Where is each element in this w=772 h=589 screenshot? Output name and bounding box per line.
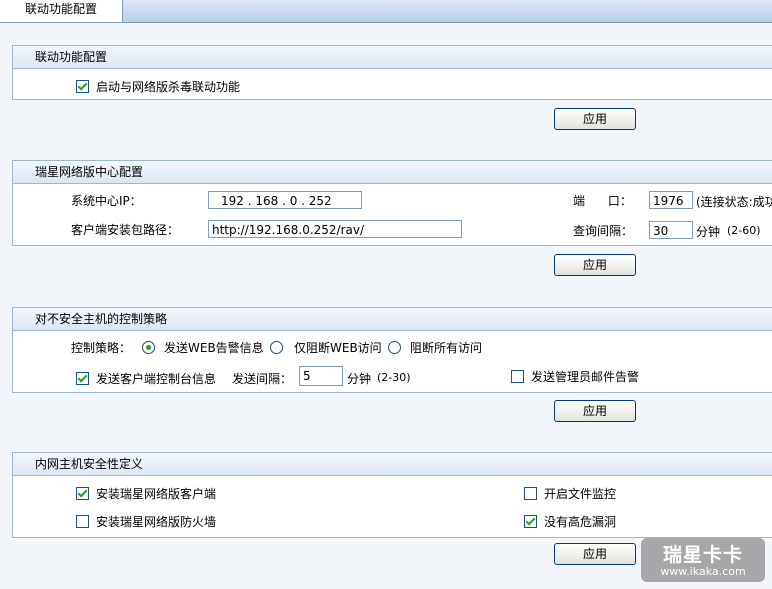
policy-option-block-all-radio[interactable] [388,341,401,354]
query-interval-unit: 分钟 [696,225,721,239]
center-ip-input[interactable]: 192 . 168 . 0 . 252 [208,191,362,209]
tab-linkage-config[interactable]: 联动功能配置 [0,0,123,22]
send-console-label: 发送客户端控制台信息 [96,372,217,386]
center-ip-label: 系统中心IP： [71,194,142,208]
linkage-section: 联动功能配置 启动与网络版杀毒联动功能 [12,45,772,100]
query-interval-range: (2-60) [727,224,761,237]
security-apply-button[interactable]: 应用 [554,543,636,565]
center-apply-button[interactable]: 应用 [554,254,636,276]
no-vulnerability-checkbox[interactable] [524,515,537,528]
linkage-apply-button[interactable]: 应用 [554,108,636,130]
policy-option-block-web-label: 仅阻断WEB访问 [294,341,382,355]
center-config-section: 瑞星网络版中心配置 系统中心IP： 192 . 168 . 0 . 252 端 … [12,160,772,246]
linkage-section-title: 联动功能配置 [13,46,772,69]
policy-option-web-alert-label: 发送WEB告警信息 [164,341,264,355]
tab-bar: 联动功能配置 [0,0,772,23]
client-path-input[interactable]: http://192.168.0.252/rav/ [208,220,462,238]
install-client-label: 安装瑞星网络版客户端 [96,487,217,501]
query-interval-label: 查询间隔： [573,224,634,238]
send-interval-input[interactable]: 5 [299,366,343,386]
watermark-brand: 瑞星卡卡 [662,544,743,566]
ikaka-watermark: 瑞星卡卡 www.ikaka.com [641,538,765,582]
linkage-enable-checkbox[interactable] [76,80,89,93]
center-config-title: 瑞星网络版中心配置 [13,161,772,184]
no-vulnerability-label: 没有高危漏洞 [544,515,617,529]
file-monitor-label: 开启文件监控 [544,487,617,501]
send-interval-unit: 分钟 [347,372,372,386]
connection-status-text: (连接状态:成功 [696,195,772,209]
install-client-checkbox[interactable] [76,487,89,500]
security-section-title: 内网主机安全性定义 [13,453,772,476]
center-port-label: 端 口： [573,194,632,208]
mail-alert-checkbox[interactable] [511,370,524,383]
policy-option-block-all-label: 阻断所有访问 [410,341,483,355]
send-interval-range: (2-30) [377,371,411,384]
policy-apply-button[interactable]: 应用 [554,400,636,422]
mail-alert-label: 发送管理员邮件告警 [531,370,640,384]
policy-option-web-alert-radio[interactable] [142,341,155,354]
watermark-url: www.ikaka.com [660,565,746,578]
install-firewall-checkbox[interactable] [76,515,89,528]
client-path-label: 客户端安装包路径： [71,223,180,237]
policy-section-title: 对不安全主机的控制策略 [13,308,772,331]
file-monitor-checkbox[interactable] [524,487,537,500]
security-section: 内网主机安全性定义 安装瑞星网络版客户端 开启文件监控 安装瑞星网络版防火墙 没… [12,452,772,538]
policy-label: 控制策略： [71,341,132,355]
policy-section: 对不安全主机的控制策略 控制策略： 发送WEB告警信息 仅阻断WEB访问 阻断所… [12,307,772,393]
policy-option-block-web-radio[interactable] [270,341,283,354]
linkage-enable-label: 启动与网络版杀毒联动功能 [96,80,241,94]
send-console-checkbox[interactable] [76,372,89,385]
install-firewall-label: 安装瑞星网络版防火墙 [96,515,217,529]
query-interval-input[interactable]: 30 [649,221,693,239]
center-port-input[interactable]: 1976 [649,191,693,209]
send-interval-label: 发送间隔： [232,372,293,386]
